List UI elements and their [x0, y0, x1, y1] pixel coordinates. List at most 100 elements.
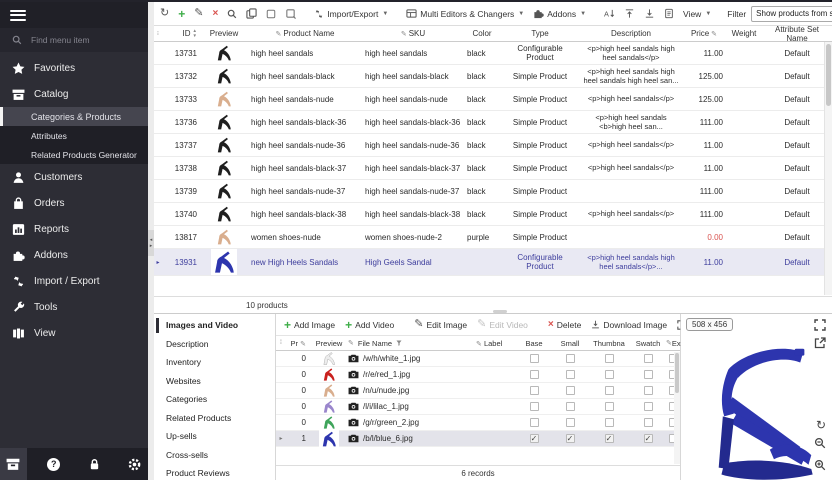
- products-grid-scrollbar[interactable]: [824, 42, 832, 295]
- col-thumbnail[interactable]: Thumbna: [588, 339, 630, 348]
- page-view-button[interactable]: [662, 6, 676, 21]
- base-checkbox[interactable]: [530, 354, 539, 363]
- download-image-button[interactable]: Download Image: [589, 318, 669, 332]
- sidebar-item-catalog[interactable]: Catalog: [0, 81, 148, 107]
- delete-image-button[interactable]: ×Delete: [546, 318, 583, 332]
- col-preview[interactable]: Preview: [200, 29, 248, 38]
- sidebar-item-view[interactable]: View: [0, 320, 148, 346]
- col-sku[interactable]: ✎ SKU: [362, 29, 464, 38]
- thumbnail-checkbox[interactable]: [605, 386, 614, 395]
- refresh-button[interactable]: ↻: [158, 6, 171, 21]
- base-checkbox[interactable]: [530, 418, 539, 427]
- fullscreen-icon[interactable]: [814, 318, 826, 336]
- edit-video-button[interactable]: ✎Edit Video: [475, 317, 530, 332]
- sort-button[interactable]: A: [602, 6, 617, 21]
- tab-images-and-video[interactable]: Images and Video: [154, 316, 275, 335]
- multi-editors-menu[interactable]: Multi Editors & Changers▼: [404, 6, 526, 21]
- product-row[interactable]: 13732 high heel sandals-blackhigh heel s…: [154, 65, 832, 88]
- sidebar-item-attributes[interactable]: Attributes: [0, 126, 148, 145]
- image-row[interactable]: 0 /w/h/white_1.jpg: [276, 351, 680, 367]
- product-row-selected[interactable]: ▸13931 new High Heels SandalsHigh Geels …: [154, 249, 832, 276]
- col-id[interactable]: ID▲▼: [162, 29, 200, 38]
- col-attribute-set[interactable]: Attribute Set Name: [762, 25, 832, 43]
- delete-product-button[interactable]: ×: [210, 7, 220, 21]
- hamburger-menu-icon[interactable]: [10, 10, 26, 21]
- col-color[interactable]: Color: [464, 29, 500, 38]
- col-product-name[interactable]: ✎ Product Name: [248, 29, 362, 38]
- col-swatch[interactable]: Swatch: [630, 339, 666, 348]
- edit-image-button[interactable]: ✎Edit Image: [412, 317, 469, 332]
- lock-icon[interactable]: [81, 458, 108, 471]
- col-file-name[interactable]: ✎File Name: [346, 339, 476, 348]
- small-checkbox[interactable]: [566, 354, 575, 363]
- zoom-in-icon[interactable]: [814, 458, 826, 476]
- zoom-out-icon[interactable]: [814, 436, 826, 454]
- sidebar-item-customers[interactable]: Customers: [0, 164, 148, 190]
- base-checkbox[interactable]: ✓: [530, 434, 539, 443]
- store-manager-icon[interactable]: [0, 448, 27, 480]
- tab-categories[interactable]: Categories: [154, 390, 275, 409]
- swatch-checkbox[interactable]: ✓: [644, 434, 653, 443]
- product-row[interactable]: 13738 high heel sandals-black-37high hee…: [154, 157, 832, 180]
- expand-all-button[interactable]: [622, 6, 637, 21]
- sidebar-item-categories-products[interactable]: Categories & Products: [0, 107, 148, 126]
- addons-menu[interactable]: Addons▼: [531, 6, 588, 21]
- swatch-checkbox[interactable]: [644, 402, 653, 411]
- swatch-checkbox[interactable]: [644, 418, 653, 427]
- images-grid-scrollbar[interactable]: [674, 352, 680, 464]
- help-icon[interactable]: ?: [41, 458, 68, 471]
- tab-up-sells[interactable]: Up-sells: [154, 427, 275, 446]
- thumbnail-checkbox[interactable]: ✓: [605, 434, 614, 443]
- sidebar-item-import-export[interactable]: Import / Export: [0, 268, 148, 294]
- small-checkbox[interactable]: ✓: [566, 434, 575, 443]
- col-price[interactable]: Price✎: [682, 29, 726, 38]
- product-row[interactable]: 13731 high heel sandalshigh heel sandals…: [154, 42, 832, 65]
- sidebar-item-related-products-generator[interactable]: Related Products Generator: [0, 145, 148, 164]
- swatch-checkbox[interactable]: [644, 386, 653, 395]
- gear-icon[interactable]: [122, 458, 149, 471]
- panel-splitter[interactable]: [493, 310, 507, 313]
- sidebar-item-addons[interactable]: Addons: [0, 242, 148, 268]
- thumbnail-checkbox[interactable]: [605, 354, 614, 363]
- tab-cross-sells[interactable]: Cross-sells: [154, 446, 275, 465]
- image-row-selected[interactable]: ▸1 /b/l/blue_6.jpg ✓ ✓ ✓ ✓: [276, 431, 680, 447]
- tab-related-products[interactable]: Related Products: [154, 409, 275, 428]
- collapse-all-button[interactable]: [642, 6, 657, 21]
- product-row[interactable]: 13739 high heel sandals-nude-37high heel…: [154, 180, 832, 203]
- image-row[interactable]: 0 /r/e/red_1.jpg: [276, 367, 680, 383]
- import-export-menu[interactable]: Import/Export▼: [312, 7, 390, 21]
- sidebar-item-orders[interactable]: Orders: [0, 190, 148, 216]
- col-base[interactable]: Base: [516, 339, 552, 348]
- swatch-checkbox[interactable]: [644, 370, 653, 379]
- base-checkbox[interactable]: [530, 386, 539, 395]
- menu-search-input[interactable]: [29, 34, 129, 46]
- small-checkbox[interactable]: [566, 370, 575, 379]
- category-filter-select[interactable]: Show products from selected categories▼: [751, 6, 832, 22]
- product-row[interactable]: 13740 high heel sandals-black-38high hee…: [154, 203, 832, 226]
- swatch-checkbox[interactable]: [644, 354, 653, 363]
- tab-websites[interactable]: Websites: [154, 372, 275, 391]
- select-button[interactable]: [264, 7, 278, 21]
- col-img-preview[interactable]: Preview: [312, 339, 346, 348]
- tab-product-reviews[interactable]: Product Reviews: [154, 464, 275, 480]
- add-video-button[interactable]: +Add Video: [343, 317, 396, 333]
- thumbnail-checkbox[interactable]: [605, 418, 614, 427]
- tab-inventory[interactable]: Inventory: [154, 353, 275, 372]
- small-checkbox[interactable]: [566, 402, 575, 411]
- col-small[interactable]: Small: [552, 339, 588, 348]
- col-type[interactable]: Type: [500, 29, 580, 38]
- col-weight[interactable]: Weight: [726, 29, 762, 38]
- col-description[interactable]: Description: [580, 29, 682, 39]
- sidebar-item-favorites[interactable]: Favorites: [0, 55, 148, 81]
- base-checkbox[interactable]: [530, 402, 539, 411]
- product-row[interactable]: 13737 high heel sandals-nude-36high heel…: [154, 134, 832, 157]
- sidebar-item-tools[interactable]: Tools: [0, 294, 148, 320]
- view-menu[interactable]: View▼: [681, 7, 713, 21]
- sidebar-item-reports[interactable]: Reports: [0, 216, 148, 242]
- add-image-button[interactable]: +Add Image: [282, 317, 337, 333]
- col-pr[interactable]: Pr ✎: [286, 339, 312, 348]
- thumbnail-checkbox[interactable]: [605, 370, 614, 379]
- copy-button[interactable]: [244, 6, 259, 21]
- image-row[interactable]: 0 /l/i/lilac_1.jpg: [276, 399, 680, 415]
- col-label[interactable]: ✎ Label: [476, 339, 516, 348]
